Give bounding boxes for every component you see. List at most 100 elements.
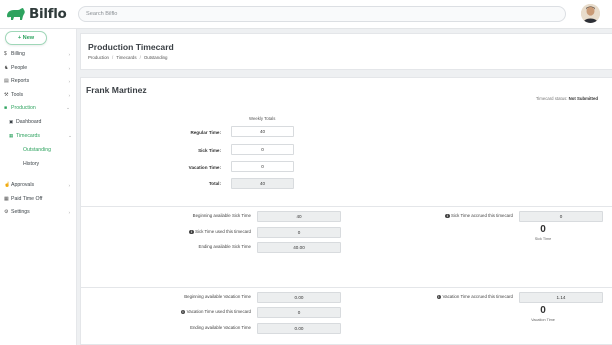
info-icon[interactable]: i [436,294,442,300]
avatar[interactable] [581,4,600,23]
ending-sick-label: Ending available Sick Time [198,244,251,249]
sidebar-item-label: Settings [11,209,30,215]
dashboard-icon: ▣ [9,119,14,124]
sidebar-item-label: Timecards [16,133,41,139]
dollar-icon: $ [4,51,7,57]
regular-time-field[interactable]: 40 [231,126,294,137]
breadcrumb-separator: / [112,55,114,60]
vacation-accrued-field: 1.14 [519,292,603,303]
total-time-field: 40 [231,178,294,189]
vacation-time-field[interactable]: 0 [231,161,294,172]
page-header: Production Timecard Production / Timecar… [80,33,612,70]
timecard-panel: Frank Martinez Timecard status: Not Subm… [80,77,612,345]
sidebar-item-dashboard[interactable]: ▣ Dashboard [9,117,69,127]
vacation-time-caption: Vacation Time [531,318,555,322]
wrench-icon: ⚒ [4,92,9,98]
beginning-vacation-label: Beginning available Vacation Time [184,294,251,299]
sidebar-item-label: Paid Time Off [11,196,43,202]
sidebar-item-outstanding[interactable]: Outstanding [23,145,83,155]
sick-used-label: i Sick Time used this timecard [141,229,251,235]
ending-vacation-label: Ending available Vacation Time [190,325,251,330]
chart-icon: ▤ [4,78,9,84]
sidebar-item-history[interactable]: History [23,159,83,169]
vacation-used-label: i Vacation Time used this timecard [141,309,251,315]
breadcrumb: Production / Timecards / Outstanding [88,55,168,60]
info-icon[interactable]: i [180,309,186,315]
sidebar: + New $ Billing › ♞ People › ▤ Reports ›… [0,29,77,345]
sidebar-item-approvals[interactable]: ☝ Approvals › [4,180,72,190]
sidebar-item-label: Dashboard [16,119,42,125]
vacation-used-field: 0 [257,307,341,318]
gear-icon: ⚙ [4,209,9,215]
employee-name: Frank Martinez [86,85,147,95]
sick-used-label-text: Sick Time used this timecard [195,229,251,234]
sidebar-item-settings[interactable]: ⚙ Settings › [4,207,72,217]
vacation-accrued-label-text: Vacation Time accrued this timecard [442,294,513,299]
regular-time-label: Regular Time: [190,130,221,135]
app-name: Bilflo [29,6,67,22]
sidebar-item-billing[interactable]: $ Billing › [4,49,72,59]
ending-vacation-field: 0.00 [257,323,341,334]
new-button[interactable]: + New [5,31,47,45]
vacation-time-label: Vacation Time: [188,165,221,170]
breadcrumb-separator: / [139,55,141,60]
vacation-used-label-text: Vacation Time used this timecard [186,309,251,314]
chevron-right-icon: › [68,65,70,71]
breadcrumb-item-timecards[interactable]: Timecards [116,55,136,60]
thumbs-up-icon: ☝ [4,182,11,188]
chevron-right-icon: › [68,209,70,215]
sick-time-field[interactable]: 0 [231,144,294,155]
breadcrumb-item-production[interactable]: Production [88,55,109,60]
section-divider [81,287,612,288]
calendar-icon: ▦ [4,196,9,202]
section-divider [81,206,612,207]
people-icon: ♞ [4,65,9,71]
sick-used-field: 0 [257,227,341,238]
sick-accrued-label-text: Sick Time accrued this timecard [451,213,513,218]
info-icon[interactable]: i [189,229,194,235]
chevron-right-icon: › [68,92,70,98]
sidebar-item-tools[interactable]: ⚒ Tools › [4,90,72,100]
top-bar: Bilflo [0,0,612,29]
sidebar-item-timecards[interactable]: ▦ Timecards ⌄ [9,131,72,141]
info-icon[interactable]: i [445,213,450,219]
vacation-time-total: 0 [540,305,546,316]
ending-sick-field: 40.00 [257,242,341,253]
timecard-status-value: Not Submitted [568,96,598,101]
sidebar-item-people[interactable]: ♞ People › [4,63,72,73]
beginning-vacation-field: 0.00 [257,292,341,303]
sick-time-label: Sick Time: [198,148,221,153]
sidebar-item-label: Approvals [11,182,35,188]
beginning-sick-label: Beginning available Sick Time [192,213,251,218]
vacation-accrued-label: i Vacation Time accrued this timecard [397,294,513,300]
sick-accrued-field: 0 [519,211,603,222]
chevron-right-icon: › [68,182,70,188]
timecard-status-label: Timecard status: [535,96,568,101]
total-time-label: Total: [208,181,221,186]
chevron-right-icon: › [68,51,70,57]
app-logo[interactable]: Bilflo [6,6,67,22]
sidebar-item-reports[interactable]: ▤ Reports › [4,76,72,86]
weekly-totals-title: Weekly Totals [249,116,276,121]
sidebar-item-label: Billing [11,51,25,57]
page-title: Production Timecard [88,42,174,52]
briefcase-icon: ■ [4,105,8,111]
buffalo-logo-icon [7,8,25,20]
sick-time-total: 0 [540,224,546,235]
sidebar-item-paid-time-off[interactable]: ▦ Paid Time Off [4,194,72,204]
user-avatar-icon [581,4,600,23]
sick-time-caption: Sick Time [534,237,552,241]
sidebar-item-production[interactable]: ■ Production ⌄ [4,103,72,113]
search-input[interactable] [79,7,565,21]
timecard-status: Timecard status: Not Submitted [536,96,598,101]
sidebar-item-label: People [11,65,28,71]
chevron-down-icon: ⌄ [66,105,70,110]
sidebar-item-label: Reports [11,78,30,84]
sidebar-item-label: Tools [11,92,24,98]
chevron-right-icon: › [68,78,70,84]
chevron-down-icon: ⌄ [68,133,72,138]
breadcrumb-item-outstanding[interactable]: Outstanding [144,55,168,60]
sick-accrued-label: i Sick Time accrued this timecard [401,213,513,219]
search-bar[interactable] [78,6,566,22]
calendar-icon: ▦ [9,133,14,138]
